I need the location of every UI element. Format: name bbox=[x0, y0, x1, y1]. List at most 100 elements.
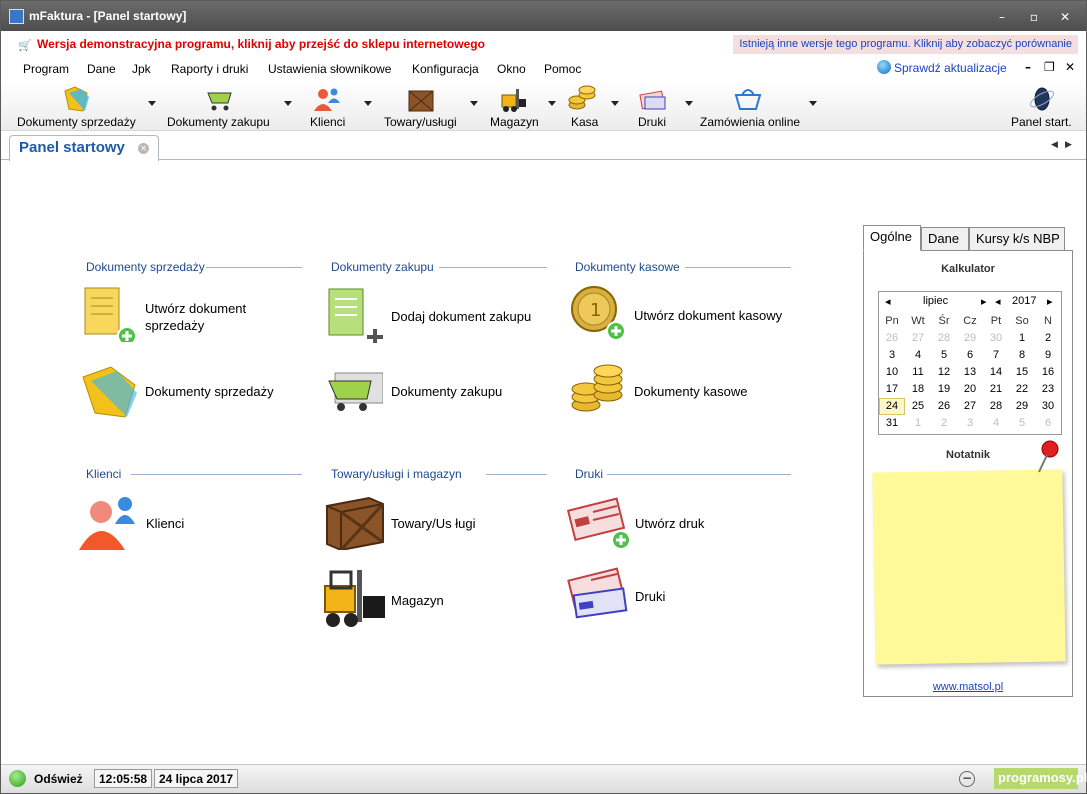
menu-okno[interactable]: Okno bbox=[497, 62, 526, 76]
next-month-icon[interactable]: ▸ bbox=[981, 295, 987, 308]
toolbar-warehouse-button[interactable]: Magazyn bbox=[488, 81, 540, 131]
calendar-day[interactable]: 26 bbox=[931, 398, 957, 415]
calendar-day[interactable]: 5 bbox=[931, 347, 957, 364]
calendar-day[interactable]: 20 bbox=[957, 381, 983, 398]
toolbar-goods-dropdown[interactable] bbox=[470, 101, 478, 106]
sales-documents[interactable]: Dokumenty sprzedaży bbox=[81, 363, 301, 423]
toolbar-purchase-dropdown[interactable] bbox=[284, 101, 292, 106]
next-year-icon[interactable]: ▸ bbox=[1047, 295, 1053, 308]
toolbar-start-panel-button[interactable]: Panel start. bbox=[1009, 81, 1075, 131]
mdi-minimize-button[interactable]: – bbox=[1025, 60, 1031, 74]
calendar-day[interactable]: 6 bbox=[957, 347, 983, 364]
minimize-button[interactable]: – bbox=[991, 9, 1013, 25]
toolbar-cash-dropdown[interactable] bbox=[611, 101, 619, 106]
calendar-day[interactable]: 16 bbox=[1035, 364, 1061, 381]
calendar-day[interactable]: 10 bbox=[879, 364, 905, 381]
calendar-day[interactable]: 27 bbox=[905, 330, 931, 347]
calendar-day[interactable]: 22 bbox=[1009, 381, 1035, 398]
tab-panel-startowy[interactable]: Panel startowy ✕ bbox=[9, 135, 159, 161]
calendar-day[interactable]: 19 bbox=[931, 381, 957, 398]
calendar-day[interactable]: 27 bbox=[957, 398, 983, 415]
tab-general[interactable]: Ogólne bbox=[863, 225, 921, 251]
add-purchase-document[interactable]: Dodaj dokument zakupu bbox=[327, 287, 547, 347]
toolbar-prints-button[interactable]: Druki bbox=[636, 81, 670, 131]
purchase-documents[interactable]: Dokumenty zakupu bbox=[327, 363, 547, 423]
calendar-day[interactable]: 30 bbox=[1035, 398, 1061, 415]
close-button[interactable]: ✕ bbox=[1054, 9, 1076, 25]
toolbar-warehouse-dropdown[interactable] bbox=[548, 101, 556, 106]
tab-nbp-rates[interactable]: Kursy k/s NBP bbox=[969, 227, 1065, 251]
calendar-day[interactable]: 4 bbox=[905, 347, 931, 364]
menu-ustawienia[interactable]: Ustawienia słownikowe bbox=[268, 62, 391, 76]
create-print[interactable]: Utwórz druk bbox=[567, 494, 787, 554]
tab-scroll-left-icon[interactable]: ◀ bbox=[1051, 140, 1058, 150]
prints[interactable]: Druki bbox=[567, 566, 787, 626]
calendar-day[interactable]: 2 bbox=[1035, 330, 1061, 347]
calendar-day[interactable]: 1 bbox=[905, 415, 931, 432]
toolbar-cash-button[interactable]: Kasa bbox=[565, 81, 599, 131]
calendar-day[interactable]: 13 bbox=[957, 364, 983, 381]
goods-services[interactable]: Towary/Us ługi bbox=[325, 494, 545, 554]
calendar-day[interactable]: 3 bbox=[879, 347, 905, 364]
calendar-day[interactable]: 1 bbox=[1009, 330, 1035, 347]
calendar-year[interactable]: 2017 bbox=[1012, 295, 1036, 307]
mdi-restore-button[interactable]: ❐ bbox=[1044, 60, 1055, 74]
toolbar-clients-dropdown[interactable] bbox=[364, 101, 372, 106]
toolbar-sales-button[interactable]: Dokumenty sprzedaży bbox=[15, 81, 139, 131]
tab-data[interactable]: Dane bbox=[921, 227, 969, 251]
create-cash-document[interactable]: 1 Utwórz dokument kasowy bbox=[570, 283, 800, 345]
menu-program[interactable]: Program bbox=[23, 62, 69, 76]
calendar-day[interactable]: 18 bbox=[905, 381, 931, 398]
calendar-day[interactable]: 6 bbox=[1035, 415, 1061, 432]
toolbar-goods-button[interactable]: Towary/usługi bbox=[382, 81, 464, 131]
calendar-day[interactable]: 11 bbox=[905, 364, 931, 381]
calendar-month[interactable]: lipiec bbox=[923, 295, 948, 307]
close-tab-icon[interactable]: ✕ bbox=[138, 143, 149, 154]
calendar-day[interactable]: 23 bbox=[1035, 381, 1061, 398]
menu-dane[interactable]: Dane bbox=[87, 62, 116, 76]
cash-documents[interactable]: Dokumenty kasowe bbox=[570, 361, 800, 421]
calendar-day[interactable]: 15 bbox=[1009, 364, 1035, 381]
menu-jpk[interactable]: Jpk bbox=[132, 62, 151, 76]
matsol-website-link[interactable]: www.matsol.pl bbox=[864, 681, 1072, 693]
prev-year-icon[interactable]: ◂ bbox=[995, 295, 1001, 308]
calendar-day[interactable]: 8 bbox=[1009, 347, 1035, 364]
calendar-day[interactable]: 29 bbox=[1009, 398, 1035, 415]
sticky-note[interactable] bbox=[872, 469, 1066, 665]
calendar-day[interactable]: 28 bbox=[983, 398, 1009, 415]
mdi-close-button[interactable]: ✕ bbox=[1065, 60, 1075, 74]
calendar-day[interactable]: 30 bbox=[983, 330, 1009, 347]
warehouse[interactable]: Magazyn bbox=[321, 568, 541, 630]
toolbar-sales-dropdown[interactable] bbox=[148, 101, 156, 106]
calendar-day[interactable]: 17 bbox=[879, 381, 905, 398]
toolbar-orders-button[interactable]: Zamówienia online bbox=[699, 81, 803, 131]
zoom-out-icon[interactable]: − bbox=[959, 771, 975, 787]
demo-shop-link[interactable]: Wersja demonstracyjna programu, kliknij … bbox=[37, 37, 485, 51]
calendar-day[interactable]: 28 bbox=[931, 330, 957, 347]
tab-scroll-right-icon[interactable]: ▶ bbox=[1065, 140, 1072, 150]
calendar-day[interactable]: 12 bbox=[931, 364, 957, 381]
maximize-button[interactable]: ▫ bbox=[1023, 9, 1045, 25]
toolbar-prints-dropdown[interactable] bbox=[685, 101, 693, 106]
calendar-day[interactable]: 3 bbox=[957, 415, 983, 432]
toolbar-purchase-button[interactable]: Dokumenty zakupu bbox=[165, 81, 275, 131]
calendar-day[interactable]: 14 bbox=[983, 364, 1009, 381]
calendar-day[interactable]: 7 bbox=[983, 347, 1009, 364]
calendar-day[interactable]: 24 bbox=[879, 398, 905, 415]
calendar-day[interactable]: 29 bbox=[957, 330, 983, 347]
refresh-button[interactable]: Odśwież bbox=[34, 772, 83, 786]
calendar-day[interactable]: 31 bbox=[879, 415, 905, 432]
check-updates-link[interactable]: Sprawdź aktualizacje bbox=[877, 60, 1007, 75]
calendar-day[interactable]: 21 bbox=[983, 381, 1009, 398]
menu-pomoc[interactable]: Pomoc bbox=[544, 62, 581, 76]
calendar-day[interactable]: 4 bbox=[983, 415, 1009, 432]
toolbar-clients-button[interactable]: Klienci bbox=[308, 81, 348, 131]
calendar-day[interactable]: 9 bbox=[1035, 347, 1061, 364]
compare-versions-link[interactable]: Istnieją inne wersje tego programu. Klik… bbox=[733, 35, 1078, 54]
calendar-day[interactable]: 25 bbox=[905, 398, 931, 415]
menu-raporty[interactable]: Raporty i druki bbox=[171, 62, 248, 76]
calendar-day[interactable]: 26 bbox=[879, 330, 905, 347]
calendar-day[interactable]: 5 bbox=[1009, 415, 1035, 432]
menu-konfiguracja[interactable]: Konfiguracja bbox=[412, 62, 479, 76]
toolbar-orders-dropdown[interactable] bbox=[809, 101, 817, 106]
